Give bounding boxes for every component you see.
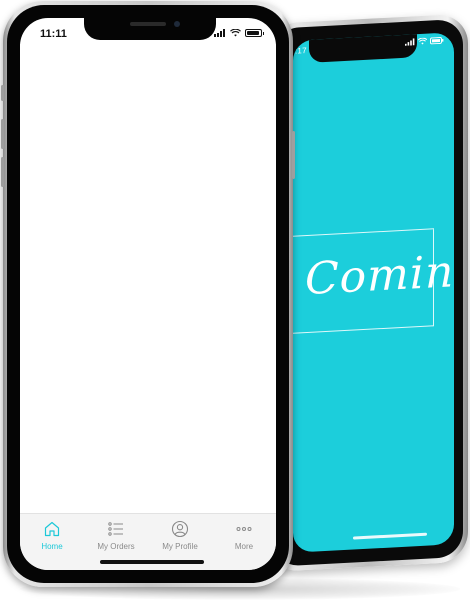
home-icon (44, 521, 60, 537)
signal-icon (405, 38, 415, 46)
tab-my-profile-label: My Profile (162, 542, 198, 551)
mute-switch (1, 85, 4, 101)
app-logo-text: Comin (305, 246, 454, 306)
earpiece-speaker (130, 22, 166, 26)
profile-icon (171, 520, 189, 538)
home-indicator (100, 560, 204, 564)
tab-home[interactable]: Home (20, 514, 84, 570)
back-phone: :17 Comin (268, 13, 468, 573)
app-screen: 11:11 Home My Orders My Profile More (20, 18, 276, 570)
wifi-icon (230, 29, 241, 37)
volume-up-button (1, 119, 4, 149)
tab-more-label: More (234, 542, 254, 551)
more-dots-icon (236, 527, 252, 531)
front-phone: 11:11 Home My Orders My Profile More (1, 1, 295, 587)
front-camera (174, 21, 180, 27)
tab-home-label: Home (41, 542, 63, 551)
status-time: 11:11 (40, 28, 67, 40)
volume-down-button (1, 157, 4, 187)
tab-my-orders-label: My Orders (97, 542, 135, 551)
signal-icon (214, 29, 226, 37)
mockup-stage: :17 Comin 11:11 Home My Orders My Profil… (0, 0, 470, 604)
home-content-area (20, 44, 276, 514)
list-icon (108, 522, 123, 536)
phone-notch (84, 18, 216, 40)
status-icons (214, 29, 264, 37)
power-button (292, 131, 295, 179)
battery-icon (245, 29, 264, 37)
back-status-icons (405, 36, 444, 46)
tab-more[interactable]: More (212, 514, 276, 570)
back-phone-bezel: :17 Comin (273, 18, 463, 567)
back-status-time: :17 (295, 45, 307, 56)
back-home-indicator (353, 532, 427, 540)
splash-screen: :17 Comin (293, 32, 454, 553)
back-phone-notch (309, 33, 417, 63)
battery-icon (430, 36, 444, 45)
front-phone-bezel: 11:11 Home My Orders My Profile More (7, 5, 289, 583)
wifi-icon (418, 37, 427, 45)
